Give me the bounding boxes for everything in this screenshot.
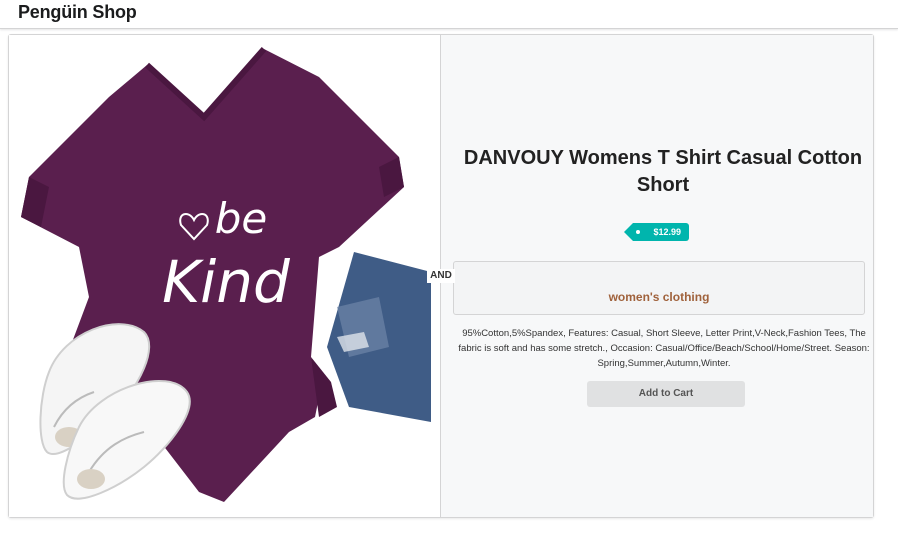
shop-brand-link[interactable]: Pengüin Shop <box>18 2 137 23</box>
shirt-print-line1: be <box>215 194 268 243</box>
tshirt-illustration: be Kind <box>21 47 431 502</box>
add-to-cart-button[interactable]: Add to Cart <box>587 381 745 407</box>
price-value: $12.99 <box>653 227 681 237</box>
column-divider-label: AND <box>427 269 455 283</box>
top-menu-bar: Pengüin Shop <box>0 0 898 29</box>
product-details-column: DANVOUY Womens T Shirt Casual Cotton Sho… <box>441 35 873 517</box>
product-description: 95%Cotton,5%Spandex, Features: Casual, S… <box>458 328 870 369</box>
product-image: be Kind <box>19 47 431 507</box>
product-card: be Kind AND DANVOUY Womens T Shirt Casua… <box>8 34 874 518</box>
price-tag-hole <box>636 230 640 234</box>
category-segment: women's clothing <box>453 261 865 315</box>
shirt-print-line2: Kind <box>162 248 291 316</box>
product-image-column: be Kind <box>9 35 441 517</box>
price-tag: $12.99 <box>624 223 689 241</box>
category-label: women's clothing <box>608 290 710 304</box>
product-title: DANVOUY Womens T Shirt Casual Cotton Sho… <box>463 147 863 196</box>
